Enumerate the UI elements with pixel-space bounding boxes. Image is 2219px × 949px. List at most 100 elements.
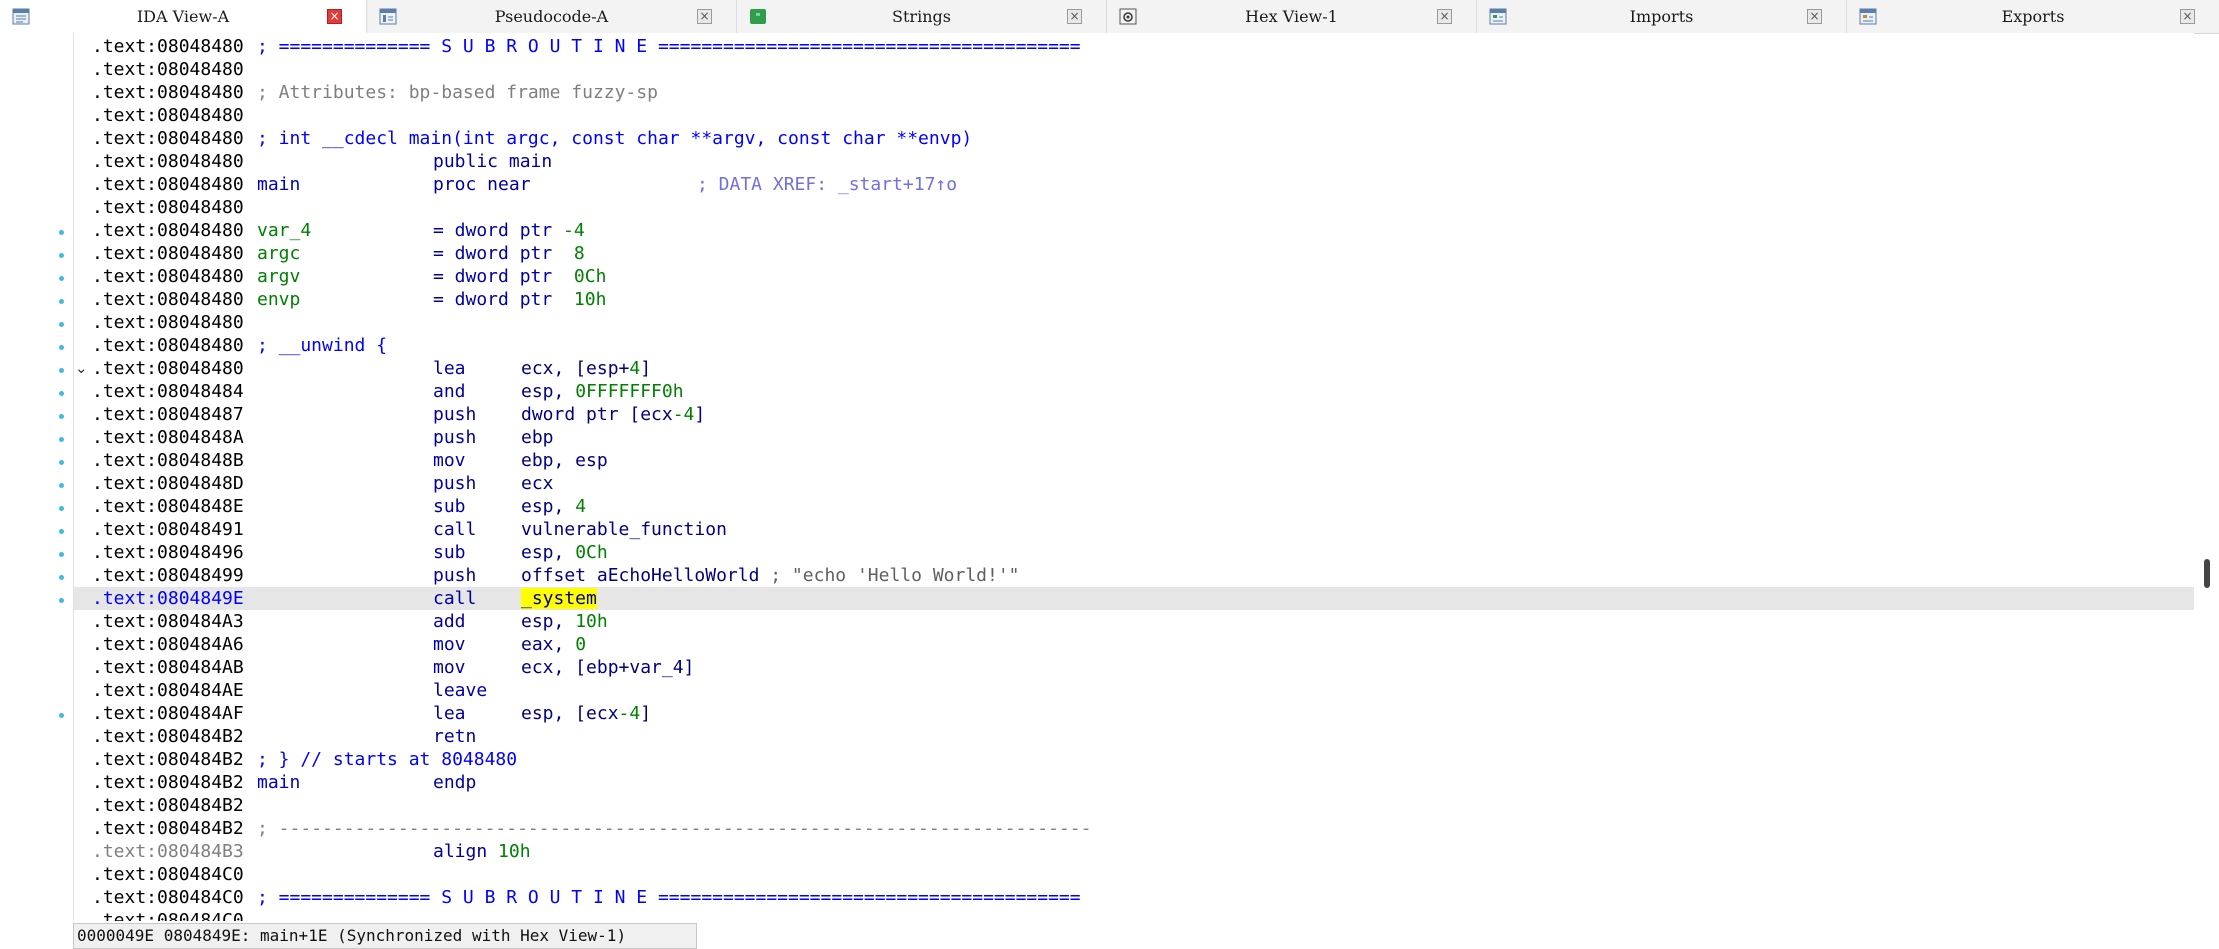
close-icon[interactable]: × bbox=[697, 9, 712, 24]
instruction-mnemonic: lea bbox=[433, 703, 466, 724]
disasm-line[interactable]: .text:080484C0 bbox=[74, 863, 2194, 886]
symbol-name: envp bbox=[257, 289, 301, 310]
line-address: .text:08048480 bbox=[92, 105, 244, 126]
disasm-line[interactable]: .text:080484AE leave bbox=[74, 679, 2194, 702]
disasm-line[interactable]: .text:0804848E sub esp, 4 bbox=[74, 495, 2194, 518]
scrollbar-thumb[interactable] bbox=[2204, 559, 2210, 588]
instruction-mnemonic: retn bbox=[433, 726, 477, 747]
breakpoint-dot-icon[interactable] bbox=[59, 598, 64, 603]
line-address: .text:080484AB bbox=[92, 657, 244, 678]
disasm-line[interactable]: .text:08048480 lea ecx, [esp+4] bbox=[74, 357, 2194, 380]
numeric-literal: 8 bbox=[573, 243, 585, 264]
tab-strings[interactable]: " Strings × bbox=[737, 0, 1107, 34]
vertical-scrollbar[interactable] bbox=[2197, 35, 2219, 923]
disasm-line[interactable]: .text:080484B2 ; ------------------------… bbox=[74, 817, 2194, 840]
breakpoint-dot-icon[interactable] bbox=[59, 253, 64, 258]
close-icon[interactable]: × bbox=[327, 9, 342, 24]
tab-pseudocode-a[interactable]: Pseudocode-A × bbox=[367, 0, 737, 34]
breakpoint-gutter[interactable] bbox=[0, 35, 73, 923]
line-comment: ; __unwind { bbox=[257, 335, 388, 356]
disasm-line[interactable]: .text:08048480 argc = dword ptr 8 bbox=[74, 242, 2194, 265]
breakpoint-dot-icon[interactable] bbox=[59, 506, 64, 511]
line-address: .text:080484A6 bbox=[92, 634, 244, 655]
breakpoint-dot-icon[interactable] bbox=[59, 552, 64, 557]
disasm-line[interactable]: .text:08048491 call vulnerable_function bbox=[74, 518, 2194, 541]
disasm-line[interactable]: .text:080484B2 main endp bbox=[74, 771, 2194, 794]
numeric-literal: 4 bbox=[575, 496, 587, 517]
breakpoint-dot-icon[interactable] bbox=[59, 460, 64, 465]
breakpoint-dot-icon[interactable] bbox=[59, 575, 64, 580]
disasm-line[interactable]: .text:08048480 argv = dword ptr 0Ch bbox=[74, 265, 2194, 288]
symbol-name: argc bbox=[257, 243, 301, 264]
tab-imports[interactable]: Imports × bbox=[1477, 0, 1847, 34]
disasm-line[interactable]: .text:08048480 bbox=[74, 104, 2194, 127]
breakpoint-dot-icon[interactable] bbox=[59, 299, 64, 304]
tab-ida-view-a[interactable]: IDA View-A × bbox=[0, 0, 367, 35]
disasm-line[interactable]: .text:080484A6 mov eax, 0 bbox=[74, 633, 2194, 656]
instruction-operands: vulnerable_function bbox=[521, 519, 727, 540]
instruction-mnemonic: = dword ptr -4 bbox=[433, 220, 585, 241]
line-address: .text:0804848E bbox=[92, 496, 244, 517]
close-icon[interactable]: × bbox=[1067, 9, 1082, 24]
tab-hex-view-1[interactable]: Hex View-1 × bbox=[1107, 0, 1477, 34]
disasm-line[interactable]: .text:08048480 bbox=[74, 196, 2194, 219]
breakpoint-dot-icon[interactable] bbox=[59, 414, 64, 419]
instruction-operands: eax, 0 bbox=[521, 634, 587, 655]
line-address: .text:08048480 bbox=[92, 289, 244, 310]
tab-label: IDA View-A bbox=[136, 7, 230, 26]
instruction-mnemonic: = dword ptr 10h bbox=[433, 289, 607, 310]
disasm-line[interactable]: .text:08048480 public main bbox=[74, 150, 2194, 173]
instruction-mnemonic: proc near bbox=[433, 174, 531, 195]
disasm-line[interactable]: .text:08048480 var_4 = dword ptr -4 bbox=[74, 219, 2194, 242]
disasm-line[interactable]: .text:080484B2 ; } // starts at 8048480 bbox=[74, 748, 2194, 771]
tab-exports[interactable]: Exports × bbox=[1847, 0, 2219, 34]
instruction-mnemonic: push bbox=[433, 427, 477, 448]
disasm-line[interactable]: .text:08048480 bbox=[74, 311, 2194, 334]
disasm-line[interactable]: .text:08048496 sub esp, 0Ch bbox=[74, 541, 2194, 564]
disasm-line[interactable]: .text:08048480 bbox=[74, 58, 2194, 81]
fold-chevron-icon[interactable]: ⌄ bbox=[75, 357, 88, 380]
disasm-line[interactable]: .text:0804848D push ecx bbox=[74, 472, 2194, 495]
disasm-line[interactable]: .text:080484AB mov ecx, [ebp+var_4] bbox=[74, 656, 2194, 679]
disasm-line[interactable]: .text:0804848A push ebp bbox=[74, 426, 2194, 449]
disasm-line[interactable]: .text:08048480 ; Attributes: bp-based fra… bbox=[74, 81, 2194, 104]
breakpoint-dot-icon[interactable] bbox=[59, 345, 64, 350]
disasm-line[interactable]: .text:080484C0 bbox=[74, 909, 2194, 921]
instruction-operands: ebp, esp bbox=[521, 450, 608, 471]
disasm-line[interactable]: .text:080484AF lea esp, [ecx-4] bbox=[74, 702, 2194, 725]
disasm-line[interactable]: .text:080484B3 align 10h bbox=[74, 840, 2194, 863]
disasm-line[interactable]: .text:08048480 ; __unwind { bbox=[74, 334, 2194, 357]
disasm-line[interactable]: .text:08048484 and esp, 0FFFFFFF0h bbox=[74, 380, 2194, 403]
disasm-line[interactable]: .text:08048480 ; int __cdecl main(int arg… bbox=[74, 127, 2194, 150]
disasm-line[interactable]: .text:08048499 push offset aEchoHelloWorld… bbox=[74, 564, 2194, 587]
disasm-line[interactable]: .text:08048480 main proc near ; DATA XREF: … bbox=[74, 173, 2194, 196]
line-address: .text:08048480 bbox=[92, 312, 244, 333]
breakpoint-dot-icon[interactable] bbox=[59, 713, 64, 718]
line-address: .text:08048480 bbox=[92, 358, 244, 379]
disasm-line[interactable]: .text:080484A3 add esp, 10h bbox=[74, 610, 2194, 633]
breakpoint-dot-icon[interactable] bbox=[59, 437, 64, 442]
close-icon[interactable]: × bbox=[1437, 9, 1452, 24]
disasm-line[interactable]: .text:0804848B mov ebp, esp bbox=[74, 449, 2194, 472]
current-line[interactable]: .text:0804849E call _system bbox=[74, 587, 2194, 610]
breakpoint-dot-icon[interactable] bbox=[59, 529, 64, 534]
disasm-line[interactable]: .text:08048480 envp = dword ptr 10h bbox=[74, 288, 2194, 311]
breakpoint-dot-icon[interactable] bbox=[59, 391, 64, 396]
line-address: .text:08048480 bbox=[92, 174, 244, 195]
line-comment: ; --------------------------------------… bbox=[257, 818, 1092, 839]
breakpoint-dot-icon[interactable] bbox=[59, 322, 64, 327]
line-address: .text:080484C0 bbox=[92, 864, 244, 885]
disasm-line[interactable]: .text:08048480 ; ============== S U B R O… bbox=[74, 35, 2194, 58]
breakpoint-dot-icon[interactable] bbox=[59, 276, 64, 281]
breakpoint-dot-icon[interactable] bbox=[59, 368, 64, 373]
close-icon[interactable]: × bbox=[2180, 9, 2195, 24]
disasm-line[interactable]: .text:080484B2 bbox=[74, 794, 2194, 817]
disassembly-listing[interactable]: .text:08048480 ; ============== S U B R O… bbox=[73, 33, 2194, 921]
disasm-line[interactable]: .text:080484B2 retn bbox=[74, 725, 2194, 748]
breakpoint-dot-icon[interactable] bbox=[59, 483, 64, 488]
breakpoint-dot-icon[interactable] bbox=[59, 230, 64, 235]
disasm-line[interactable]: .text:08048487 push dword ptr [ecx-4] bbox=[74, 403, 2194, 426]
line-address: .text:080484B2 bbox=[92, 795, 244, 816]
disasm-line[interactable]: .text:080484C0 ; ============== S U B R O… bbox=[74, 886, 2194, 909]
close-icon[interactable]: × bbox=[1807, 9, 1822, 24]
